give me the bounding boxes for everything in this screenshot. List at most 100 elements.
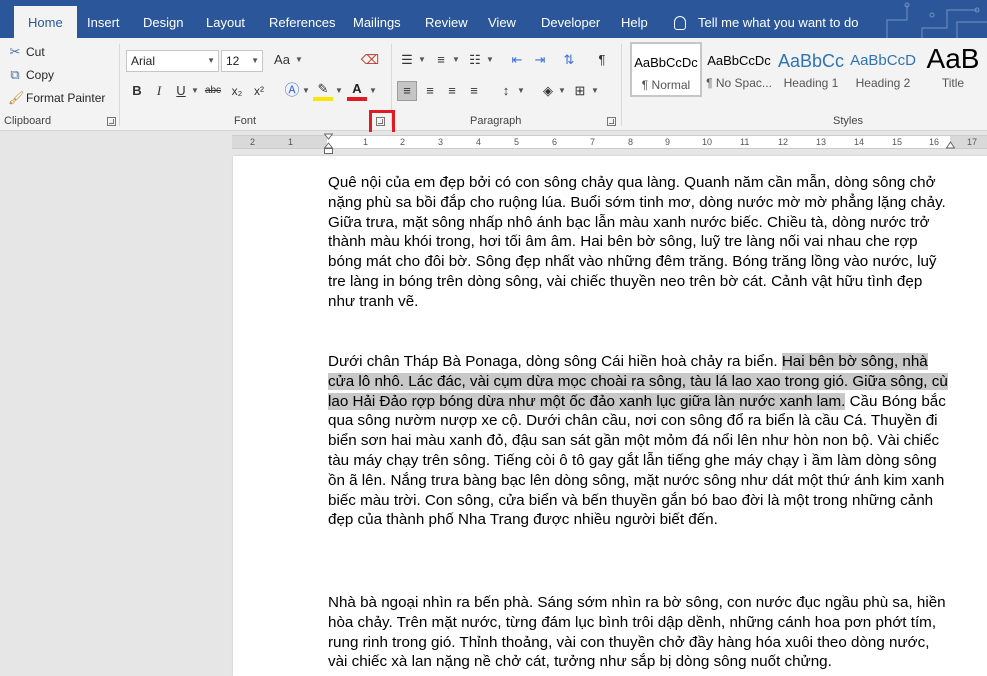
align-left-button[interactable]: ≡ bbox=[397, 81, 417, 101]
style-name: Heading 2 bbox=[855, 76, 911, 90]
bullets-icon[interactable]: ☰ bbox=[397, 50, 417, 70]
ruler-number: 1 bbox=[288, 137, 294, 147]
change-case-dropdown[interactable]: ▼ bbox=[295, 50, 303, 70]
underline-dropdown[interactable]: ▼ bbox=[191, 81, 199, 101]
decrease-indent-icon[interactable]: ⇤ bbox=[507, 50, 527, 70]
group-divider bbox=[621, 44, 622, 126]
paragraph-2[interactable]: Dưới chân Tháp Bà Ponaga, dòng sông Cái … bbox=[328, 352, 948, 530]
paragraph-2-text: Dưới chân Tháp Bà Ponaga, dòng sông Cái … bbox=[328, 353, 782, 370]
file-tab-edge[interactable] bbox=[0, 0, 14, 38]
multilevel-list-icon[interactable]: ☷ bbox=[465, 50, 485, 70]
underline-button[interactable]: U bbox=[171, 81, 191, 101]
cut-button[interactable]: ✂ Cut bbox=[8, 43, 45, 61]
ruler-number: 2 bbox=[400, 137, 406, 147]
shading-icon[interactable]: ◈ bbox=[538, 81, 558, 101]
style-title[interactable]: AaB Title bbox=[919, 42, 987, 97]
underline-label: U bbox=[176, 83, 186, 98]
change-case-label: Aa bbox=[274, 52, 290, 67]
borders-icon[interactable]: ⊞ bbox=[570, 81, 590, 101]
tab-view[interactable]: View bbox=[488, 8, 516, 38]
font-group-label: Font bbox=[234, 115, 257, 127]
format-painter-button[interactable]: 🖌Format Painter bbox=[8, 89, 105, 107]
text-effects-icon[interactable]: Ⓐ bbox=[282, 81, 302, 101]
style-normal[interactable]: AaBbCcDc ¶ Normal bbox=[630, 42, 702, 97]
increase-indent-icon[interactable]: ⇥ bbox=[530, 50, 550, 70]
tab-references[interactable]: References bbox=[269, 8, 335, 38]
sort-icon[interactable]: ⇅ bbox=[559, 50, 579, 70]
ruler-number: 16 bbox=[929, 137, 940, 147]
font-family-combo[interactable]: Arial ▼ bbox=[126, 50, 219, 72]
bold-label: B bbox=[132, 83, 142, 98]
tab-home[interactable]: Home bbox=[14, 6, 77, 38]
paragraph-2-text-rest: Cầu Bóng bắc qua sông nườm nượp xe cộ. D… bbox=[328, 392, 946, 529]
italic-label: I bbox=[156, 83, 162, 98]
subscript-label: x₂ bbox=[231, 84, 243, 98]
ruler-number: 1 bbox=[363, 137, 369, 147]
numbering-icon[interactable]: ≡ bbox=[431, 50, 451, 70]
paragraph-dialog-launcher[interactable] bbox=[607, 117, 616, 126]
strikethrough-button[interactable]: abc bbox=[203, 81, 223, 101]
scissors-icon: ✂ bbox=[9, 44, 21, 59]
horizontal-ruler[interactable]: 2 1 1 2 3 4 5 6 7 8 9 10 11 12 13 14 15 … bbox=[232, 135, 987, 149]
style-preview: AaBbCcDc bbox=[634, 55, 698, 70]
bullets-dropdown[interactable]: ▼ bbox=[418, 50, 426, 70]
highlight-color-dropdown[interactable]: ▼ bbox=[335, 81, 343, 101]
tab-review[interactable]: Review bbox=[425, 8, 468, 38]
style-name: Heading 1 bbox=[783, 76, 839, 90]
ruler-number: 2 bbox=[250, 137, 256, 147]
right-indent-marker-icon[interactable] bbox=[946, 141, 955, 150]
bold-button[interactable]: B bbox=[127, 81, 147, 101]
highlight-color-icon[interactable]: ✎ bbox=[313, 81, 333, 101]
copy-label: Copy bbox=[26, 68, 55, 82]
ruler-number: 8 bbox=[628, 137, 634, 147]
tab-design[interactable]: Design bbox=[143, 8, 183, 38]
copy-button[interactable]: ⧉ Copy bbox=[8, 66, 54, 84]
superscript-button[interactable]: x² bbox=[249, 81, 269, 101]
clear-formatting-icon[interactable]: ⌫ bbox=[360, 50, 380, 70]
align-right-button[interactable]: ≡ bbox=[442, 81, 462, 101]
show-formatting-marks-button[interactable]: ¶ bbox=[592, 50, 612, 70]
subscript-button[interactable]: x₂ bbox=[227, 81, 247, 101]
text-effects-dropdown[interactable]: ▼ bbox=[302, 81, 310, 101]
tab-layout[interactable]: Layout bbox=[206, 8, 245, 38]
font-color-dropdown[interactable]: ▼ bbox=[369, 81, 377, 101]
tell-me-box[interactable]: Tell me what you want to do bbox=[674, 8, 858, 38]
style-heading-1[interactable]: AaBbCc Heading 1 bbox=[775, 42, 847, 97]
style-preview: AaBbCcDc bbox=[707, 53, 771, 68]
change-case-button[interactable]: Aa bbox=[269, 50, 295, 70]
shading-dropdown[interactable]: ▼ bbox=[558, 81, 566, 101]
font-color-icon[interactable]: A bbox=[347, 81, 367, 101]
style-name: ¶ No Spac... bbox=[706, 76, 772, 90]
pilcrow-icon: ¶ bbox=[598, 52, 606, 67]
circuit-pattern-decoration bbox=[886, 2, 987, 38]
group-divider bbox=[119, 44, 120, 126]
style-heading-2[interactable]: AaBbCcD Heading 2 bbox=[847, 42, 919, 97]
paragraph-group-label: Paragraph bbox=[470, 115, 522, 127]
line-spacing-dropdown[interactable]: ▼ bbox=[517, 81, 525, 101]
font-size-value: 12 bbox=[226, 54, 240, 68]
align-center-button[interactable]: ≡ bbox=[420, 81, 440, 101]
font-size-combo[interactable]: 12 ▼ bbox=[221, 50, 263, 72]
clipboard-dialog-launcher[interactable] bbox=[107, 117, 116, 126]
paragraph-3[interactable]: Nhà bà ngoại nhìn ra bến phà. Sáng sớm n… bbox=[328, 593, 948, 672]
chevron-down-icon: ▼ bbox=[251, 56, 259, 65]
ruler-number: 15 bbox=[892, 137, 903, 147]
style-no-spacing[interactable]: AaBbCcDc ¶ No Spac... bbox=[703, 42, 775, 97]
multilevel-list-dropdown[interactable]: ▼ bbox=[486, 50, 494, 70]
ruler-number: 17 bbox=[967, 137, 978, 147]
justify-button[interactable]: ≡ bbox=[464, 81, 484, 101]
ruler-number: 13 bbox=[816, 137, 827, 147]
ruler-number: 3 bbox=[438, 137, 444, 147]
style-preview: AaB bbox=[926, 44, 980, 74]
tab-mailings[interactable]: Mailings bbox=[353, 8, 401, 38]
format-painter-label: Format Painter bbox=[26, 91, 106, 105]
italic-button[interactable]: I bbox=[149, 81, 169, 101]
paragraph-1[interactable]: Quê nội của em đẹp bởi có con sông chảy … bbox=[328, 173, 948, 312]
numbering-dropdown[interactable]: ▼ bbox=[452, 50, 460, 70]
tab-developer[interactable]: Developer bbox=[541, 8, 600, 38]
tab-help[interactable]: Help bbox=[621, 8, 648, 38]
borders-dropdown[interactable]: ▼ bbox=[591, 81, 599, 101]
tab-insert[interactable]: Insert bbox=[87, 8, 120, 38]
line-spacing-icon[interactable]: ↕ bbox=[496, 81, 516, 101]
indent-marker-icon[interactable] bbox=[324, 133, 333, 155]
